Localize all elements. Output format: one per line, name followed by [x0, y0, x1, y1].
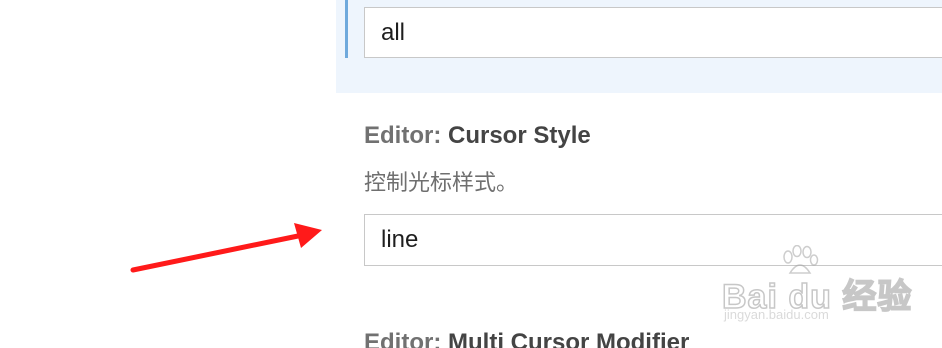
arrow-head — [294, 223, 322, 248]
settings-editor-view: Editor: Cursor Style 控制光标样式。 Editor: Mul… — [0, 0, 942, 348]
baidu-jingyan-watermark: Bai du 经验 jingyan.baidu.com — [721, 245, 912, 330]
watermark-url-text: jingyan.baidu.com — [724, 307, 829, 322]
arrow-shaft — [130, 233, 301, 273]
